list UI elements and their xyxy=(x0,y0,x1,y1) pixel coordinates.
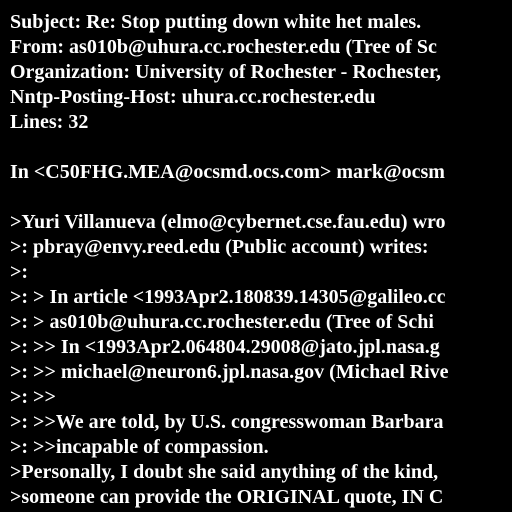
quoted-line: >Personally, I doubt she said anything o… xyxy=(10,461,439,483)
quoted-line: >: >>incapable of compassion. xyxy=(10,436,269,458)
quoted-line: >: >>We are told, by U.S. congresswoman … xyxy=(10,411,444,433)
quoted-line: >: >> michael@neuron6.jpl.nasa.gov (Mich… xyxy=(10,361,449,383)
quoted-line: >: xyxy=(10,261,29,283)
quoted-line: >: > In article <1993Apr2.180839.14305@g… xyxy=(10,286,446,308)
header-nntp-posting-host: Nntp-Posting-Host: uhura.cc.rochester.ed… xyxy=(10,86,376,108)
header-organization: Organization: University of Rochester - … xyxy=(10,61,442,83)
message-text: Subject: Re: Stop putting down white het… xyxy=(10,10,512,510)
quoted-line: >someone can provide the ORIGINAL quote,… xyxy=(10,486,444,508)
quoted-line: >Yuri Villanueva (elmo@cybernet.cse.fau.… xyxy=(10,211,446,233)
terminal-screen: Subject: Re: Stop putting down white het… xyxy=(0,0,512,512)
quoted-line: >: >> In <1993Apr2.064804.29008@jato.jpl… xyxy=(10,336,440,358)
quoted-line: >: >> xyxy=(10,386,56,408)
header-from: From: as010b@uhura.cc.rochester.edu (Tre… xyxy=(10,36,437,58)
quoted-line: >: pbray@envy.reed.edu (Public account) … xyxy=(10,236,429,258)
quoted-line: >: > as010b@uhura.cc.rochester.edu (Tree… xyxy=(10,311,434,333)
header-lines: Lines: 32 xyxy=(10,111,89,133)
header-subject: Subject: Re: Stop putting down white het… xyxy=(10,11,422,33)
attribution-line: In <C50FHG.MEA@ocsmd.ocs.com> mark@ocsm xyxy=(10,161,445,183)
